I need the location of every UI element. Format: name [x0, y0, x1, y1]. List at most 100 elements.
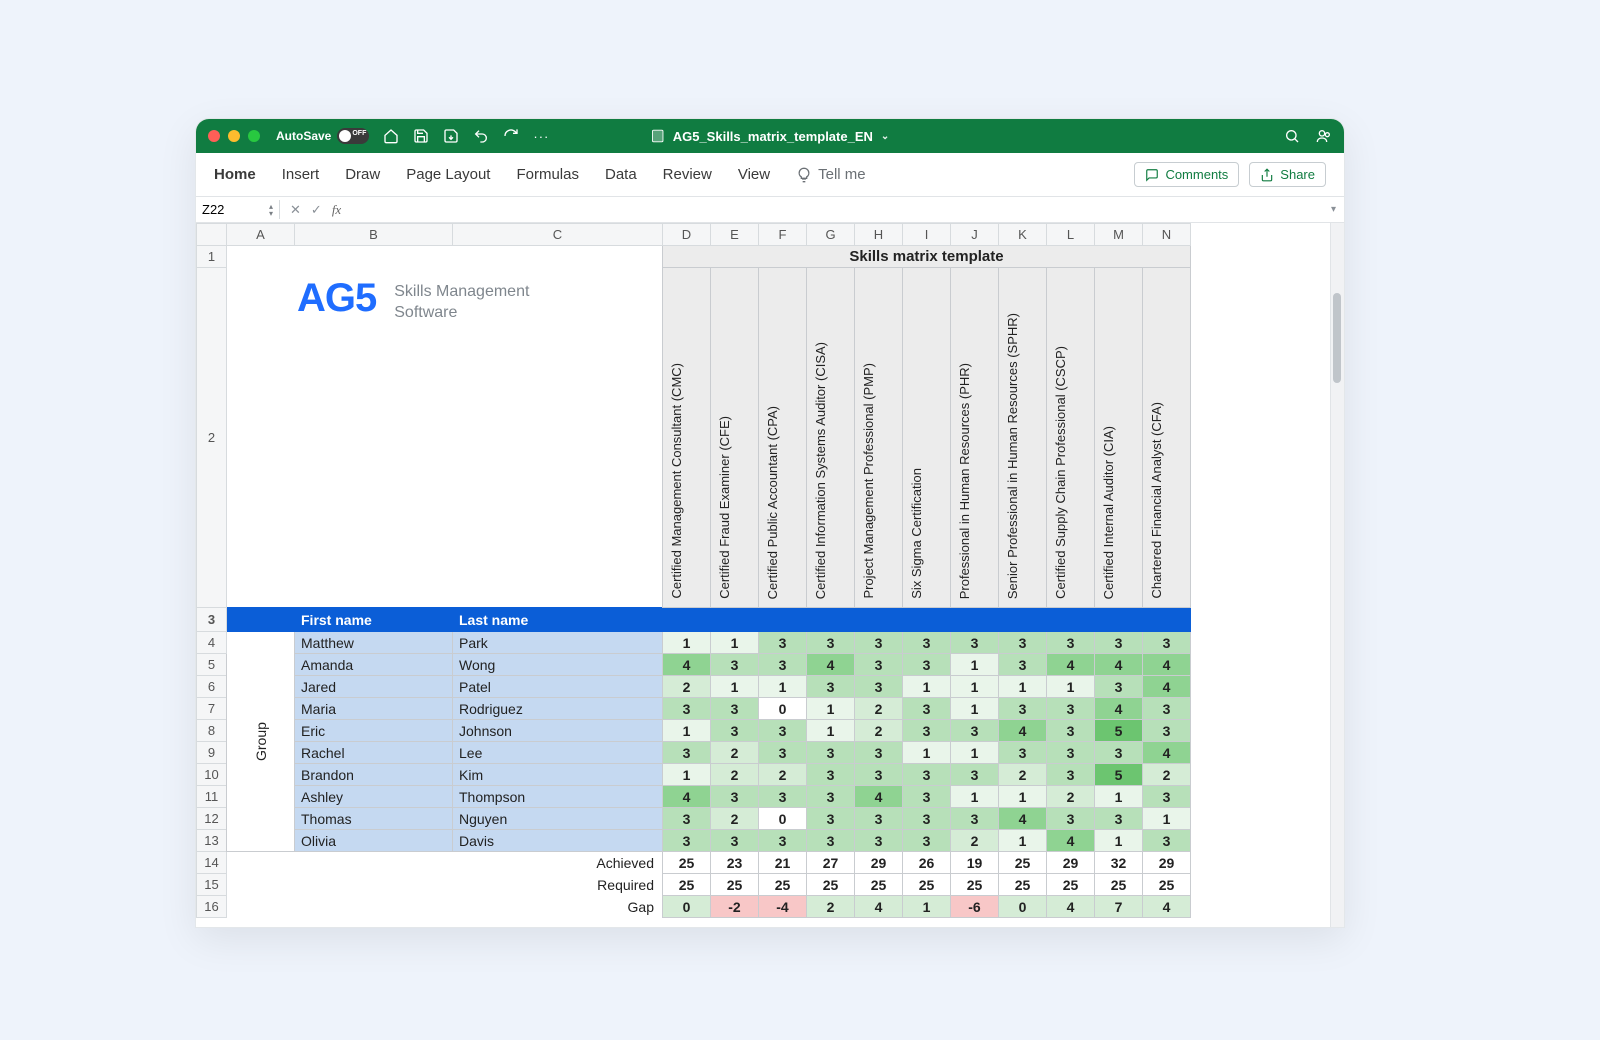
- select-all-cell[interactable]: [197, 224, 227, 246]
- row-header[interactable]: 12: [197, 808, 227, 830]
- skill-value-cell[interactable]: 3: [759, 786, 807, 808]
- summary-value-cell[interactable]: 25: [999, 874, 1047, 896]
- col-header-H[interactable]: H: [855, 224, 903, 246]
- spreadsheet-grid[interactable]: ABCDEFGHIJKLMN1 AG5 Skills ManagementSof…: [196, 223, 1344, 928]
- share-button[interactable]: Share: [1249, 162, 1326, 187]
- last-name-cell[interactable]: Patel: [453, 676, 663, 698]
- skill-value-cell[interactable]: 3: [903, 808, 951, 830]
- row-header[interactable]: 11: [197, 786, 227, 808]
- more-icon[interactable]: ···: [533, 128, 549, 144]
- tab-review[interactable]: Review: [663, 166, 712, 183]
- skill-value-cell[interactable]: 3: [759, 632, 807, 654]
- skill-value-cell[interactable]: 3: [759, 654, 807, 676]
- skill-value-cell[interactable]: 3: [807, 764, 855, 786]
- save-icon[interactable]: [413, 128, 429, 144]
- last-name-cell[interactable]: Johnson: [453, 720, 663, 742]
- summary-value-cell[interactable]: 25: [711, 874, 759, 896]
- first-name-cell[interactable]: Brandon: [295, 764, 453, 786]
- skill-value-cell[interactable]: 1: [759, 676, 807, 698]
- autosave-toggle[interactable]: AutoSave OFF: [276, 128, 369, 144]
- summary-value-cell[interactable]: 26: [903, 852, 951, 874]
- tab-view[interactable]: View: [738, 166, 770, 183]
- skill-value-cell[interactable]: 3: [999, 698, 1047, 720]
- skill-value-cell[interactable]: 3: [903, 830, 951, 852]
- summary-value-cell[interactable]: 25: [663, 874, 711, 896]
- skill-value-cell[interactable]: 3: [855, 764, 903, 786]
- skill-value-cell[interactable]: 3: [807, 786, 855, 808]
- skill-value-cell[interactable]: 3: [1143, 632, 1191, 654]
- row-header[interactable]: 4: [197, 632, 227, 654]
- skill-value-cell[interactable]: 3: [855, 808, 903, 830]
- skill-value-cell[interactable]: 3: [759, 720, 807, 742]
- summary-value-cell[interactable]: 25: [807, 874, 855, 896]
- skill-value-cell[interactable]: 4: [1047, 830, 1095, 852]
- skill-value-cell[interactable]: 4: [999, 720, 1047, 742]
- last-name-cell[interactable]: Davis: [453, 830, 663, 852]
- row-header[interactable]: 6: [197, 676, 227, 698]
- last-name-cell[interactable]: Park: [453, 632, 663, 654]
- skill-value-cell[interactable]: 2: [711, 808, 759, 830]
- skill-value-cell[interactable]: 3: [807, 808, 855, 830]
- skill-value-cell[interactable]: 3: [759, 830, 807, 852]
- search-icon[interactable]: [1284, 128, 1300, 144]
- summary-value-cell[interactable]: 21: [759, 852, 807, 874]
- tab-page-layout[interactable]: Page Layout: [406, 166, 490, 183]
- col-header-C[interactable]: C: [453, 224, 663, 246]
- skill-value-cell[interactable]: 3: [1143, 720, 1191, 742]
- skill-value-cell[interactable]: 3: [855, 830, 903, 852]
- skill-value-cell[interactable]: 3: [1095, 742, 1143, 764]
- skill-value-cell[interactable]: 3: [1143, 786, 1191, 808]
- col-header-I[interactable]: I: [903, 224, 951, 246]
- skill-value-cell[interactable]: 4: [999, 808, 1047, 830]
- col-header-N[interactable]: N: [1143, 224, 1191, 246]
- skill-value-cell[interactable]: 3: [711, 786, 759, 808]
- row-header[interactable]: 10: [197, 764, 227, 786]
- skill-value-cell[interactable]: 0: [759, 698, 807, 720]
- skill-value-cell[interactable]: 4: [1095, 654, 1143, 676]
- scrollbar-thumb[interactable]: [1333, 293, 1341, 383]
- skill-value-cell[interactable]: 1: [999, 830, 1047, 852]
- skill-value-cell[interactable]: 2: [711, 742, 759, 764]
- skill-value-cell[interactable]: 3: [903, 632, 951, 654]
- skill-value-cell[interactable]: 1: [1095, 830, 1143, 852]
- last-name-cell[interactable]: Wong: [453, 654, 663, 676]
- document-title[interactable]: AG5_Skills_matrix_template_EN ⌄: [651, 128, 890, 144]
- skill-value-cell[interactable]: 1: [951, 742, 999, 764]
- skill-value-cell[interactable]: 3: [1095, 676, 1143, 698]
- summary-value-cell[interactable]: 25: [999, 852, 1047, 874]
- skill-value-cell[interactable]: 3: [1143, 830, 1191, 852]
- first-name-cell[interactable]: Ashley: [295, 786, 453, 808]
- summary-value-cell[interactable]: -6: [951, 896, 999, 918]
- home-icon[interactable]: [383, 128, 399, 144]
- skill-value-cell[interactable]: 4: [1143, 742, 1191, 764]
- skill-value-cell[interactable]: 4: [1143, 654, 1191, 676]
- skill-value-cell[interactable]: 2: [1143, 764, 1191, 786]
- skill-value-cell[interactable]: 3: [999, 742, 1047, 764]
- redo-icon[interactable]: [503, 128, 519, 144]
- skill-value-cell[interactable]: 2: [855, 698, 903, 720]
- summary-value-cell[interactable]: 1: [903, 896, 951, 918]
- col-header-L[interactable]: L: [1047, 224, 1095, 246]
- skill-value-cell[interactable]: 2: [855, 720, 903, 742]
- skill-value-cell[interactable]: 3: [903, 698, 951, 720]
- first-name-cell[interactable]: Maria: [295, 698, 453, 720]
- skill-value-cell[interactable]: 2: [663, 676, 711, 698]
- skill-value-cell[interactable]: 3: [1095, 632, 1143, 654]
- skill-value-cell[interactable]: 4: [663, 654, 711, 676]
- summary-value-cell[interactable]: 27: [807, 852, 855, 874]
- row-header[interactable]: 16: [197, 896, 227, 918]
- skill-value-cell[interactable]: 1: [903, 676, 951, 698]
- row-header[interactable]: 3: [197, 608, 227, 632]
- skill-value-cell[interactable]: 1: [663, 764, 711, 786]
- skill-value-cell[interactable]: 3: [807, 830, 855, 852]
- summary-value-cell[interactable]: -4: [759, 896, 807, 918]
- row-header[interactable]: 7: [197, 698, 227, 720]
- autosave-switch[interactable]: OFF: [337, 128, 369, 144]
- first-name-cell[interactable]: Jared: [295, 676, 453, 698]
- skill-value-cell[interactable]: 3: [951, 808, 999, 830]
- skill-value-cell[interactable]: 3: [855, 676, 903, 698]
- skill-value-cell[interactable]: 3: [807, 742, 855, 764]
- skill-value-cell[interactable]: 3: [1047, 742, 1095, 764]
- summary-value-cell[interactable]: 2: [807, 896, 855, 918]
- first-name-cell[interactable]: Olivia: [295, 830, 453, 852]
